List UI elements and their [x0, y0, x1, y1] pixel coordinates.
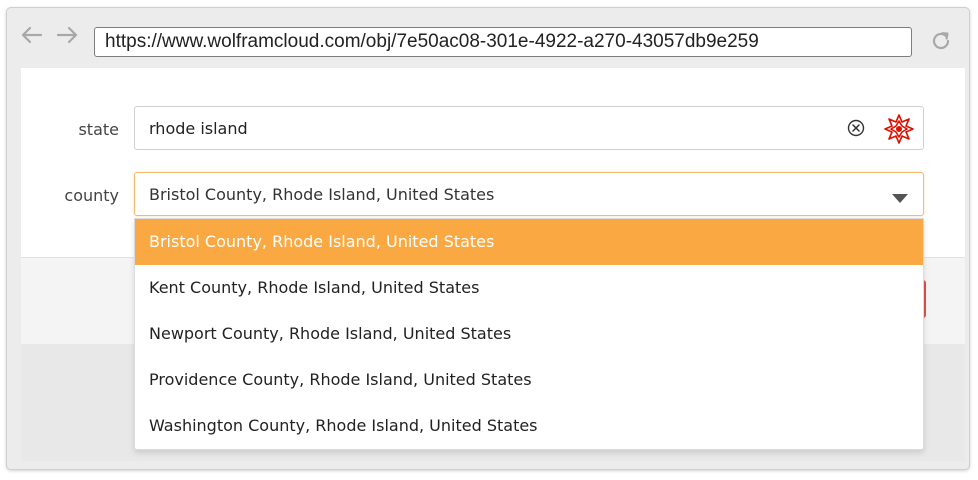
state-input-value[interactable]: rhode island [149, 119, 248, 138]
page-content: state rhode island county Bristol County… [21, 68, 965, 461]
county-select-value[interactable]: Bristol County, Rhode Island, United Sta… [149, 185, 494, 204]
state-label: state [78, 120, 119, 139]
reload-icon[interactable] [929, 29, 953, 53]
dropdown-option[interactable]: Bristol County, Rhode Island, United Sta… [135, 219, 923, 265]
dropdown-option[interactable]: Providence County, Rhode Island, United … [135, 357, 923, 403]
state-input[interactable]: rhode island [134, 106, 924, 150]
browser-toolbar: https://www.wolframcloud.com/obj/7e50ac0… [7, 8, 969, 66]
dropdown-option[interactable]: Kent County, Rhode Island, United States [135, 265, 923, 311]
browser-window: https://www.wolframcloud.com/obj/7e50ac0… [6, 7, 970, 470]
wolfram-spikey-icon[interactable] [883, 113, 915, 145]
dropdown-option[interactable]: Washington County, Rhode Island, United … [135, 403, 923, 449]
county-select[interactable]: Bristol County, Rhode Island, United Sta… [134, 172, 924, 216]
arrow-right-icon[interactable] [56, 26, 78, 44]
arrow-left-icon[interactable] [21, 26, 43, 44]
county-label: county [64, 186, 119, 205]
county-dropdown-list: Bristol County, Rhode Island, United Sta… [134, 218, 924, 450]
clear-icon[interactable] [847, 119, 865, 137]
chevron-down-icon[interactable] [891, 189, 909, 203]
dropdown-option[interactable]: Newport County, Rhode Island, United Sta… [135, 311, 923, 357]
url-bar[interactable]: https://www.wolframcloud.com/obj/7e50ac0… [94, 27, 912, 57]
